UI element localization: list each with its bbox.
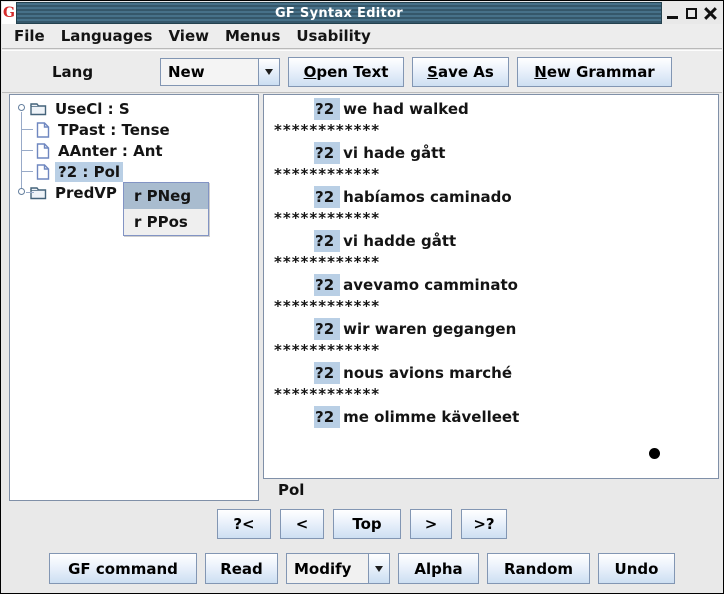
new-grammar-button[interactable]: New Grammar bbox=[517, 57, 672, 87]
read-button[interactable]: Read bbox=[205, 553, 278, 584]
tree-node-label[interactable]: UseCl : S bbox=[52, 99, 133, 119]
refinement-popup-menu: r PNeg r PPos bbox=[123, 182, 209, 236]
focus-token[interactable]: ?2 bbox=[314, 406, 340, 428]
sentence-text[interactable]: vi hade gått bbox=[343, 144, 445, 162]
top-button[interactable]: Top bbox=[333, 509, 401, 539]
output-sentence: ?2vi hade gått bbox=[264, 142, 718, 164]
output-sentence: ?2nous avions marché bbox=[264, 362, 718, 384]
separator-line: ************ bbox=[264, 252, 718, 274]
undo-button[interactable]: Undo bbox=[598, 553, 675, 584]
chevron-down-icon bbox=[375, 566, 383, 576]
tree-line bbox=[26, 192, 34, 193]
separator-line: ************ bbox=[264, 120, 718, 142]
file-icon bbox=[36, 143, 50, 159]
syntax-tree-panel[interactable]: UseCl : S TPast : Tense AAnter : Ant ?2 … bbox=[9, 94, 259, 501]
output-sentence: ?2vi hadde gått bbox=[264, 230, 718, 252]
focus-token[interactable]: ?2 bbox=[314, 186, 340, 208]
navigation-bar: ?< < Top > >? bbox=[1, 509, 723, 539]
sentence-text[interactable]: avevamo camminato bbox=[343, 276, 518, 294]
tree-line bbox=[21, 129, 33, 130]
separator-line: ************ bbox=[264, 384, 718, 406]
gf-logo: G bbox=[2, 2, 16, 24]
gf-command-button[interactable]: GF command bbox=[49, 553, 197, 584]
sentence-text[interactable]: wir waren gegangen bbox=[343, 320, 516, 338]
alpha-button[interactable]: Alpha bbox=[398, 553, 479, 584]
status-category-label: Pol bbox=[278, 481, 304, 501]
random-button[interactable]: Random bbox=[487, 553, 590, 584]
output-sentence: ?2me olimme kävelleet bbox=[264, 406, 718, 428]
modify-select-arrow-button[interactable] bbox=[368, 554, 389, 583]
focus-token[interactable]: ?2 bbox=[314, 98, 340, 120]
title-strip[interactable]: GF Syntax Editor bbox=[16, 2, 662, 24]
prev-button[interactable]: < bbox=[280, 509, 324, 539]
output-sentence: ?2wir waren gegangen bbox=[264, 318, 718, 340]
sentence-text[interactable]: we had walked bbox=[343, 100, 469, 118]
next-metavar-button[interactable]: >? bbox=[461, 509, 507, 539]
tree-expanded-handle-icon[interactable] bbox=[18, 104, 25, 111]
window-controls bbox=[662, 2, 722, 24]
window-title: GF Syntax Editor bbox=[275, 6, 403, 21]
lang-select[interactable]: New bbox=[160, 58, 280, 86]
file-icon bbox=[36, 164, 50, 180]
focus-token[interactable]: ?2 bbox=[314, 142, 340, 164]
sentence-text[interactable]: vi hadde gått bbox=[343, 232, 456, 250]
menu-view[interactable]: View bbox=[160, 25, 217, 47]
tree-collapsed-handle-icon[interactable] bbox=[18, 188, 25, 195]
gf-syntax-editor-window: G GF Syntax Editor File Languages View M… bbox=[0, 0, 724, 594]
separator-line: ************ bbox=[264, 164, 718, 186]
focus-token[interactable]: ?2 bbox=[314, 274, 340, 296]
tree-line bbox=[21, 171, 33, 172]
lang-select-value: New bbox=[161, 59, 258, 85]
lang-select-arrow-button[interactable] bbox=[258, 59, 279, 85]
menu-file[interactable]: File bbox=[6, 25, 53, 47]
folder-icon bbox=[30, 102, 47, 116]
menu-bar: File Languages View Menus Usability bbox=[2, 24, 722, 49]
focus-token[interactable]: ?2 bbox=[314, 230, 340, 252]
tree-node-label[interactable]: TPast : Tense bbox=[55, 120, 173, 140]
linearization-panel[interactable]: ?2we had walked ************ ?2vi hade g… bbox=[263, 94, 719, 479]
open-text-button[interactable]: Open Text bbox=[288, 57, 404, 87]
save-as-button[interactable]: Save As bbox=[412, 57, 509, 87]
close-icon[interactable] bbox=[704, 7, 717, 20]
sentence-text[interactable]: me olimme kävelleet bbox=[343, 408, 519, 426]
modify-select-value: Modify bbox=[287, 554, 368, 583]
maximize-icon[interactable] bbox=[685, 7, 698, 20]
separator-line: ************ bbox=[264, 296, 718, 318]
tree-node-aanter[interactable]: AAnter : Ant bbox=[10, 140, 258, 161]
file-icon bbox=[36, 122, 50, 138]
gf-logo-letter: G bbox=[3, 5, 15, 21]
focus-token[interactable]: ?2 bbox=[314, 318, 340, 340]
prev-metavar-button[interactable]: ?< bbox=[217, 509, 271, 539]
tree-node-label[interactable]: PredVP bbox=[52, 183, 120, 203]
tree-node-root[interactable]: UseCl : S bbox=[10, 98, 258, 119]
next-button[interactable]: > bbox=[410, 509, 452, 539]
tree-node-pol-selected[interactable]: ?2 : Pol bbox=[10, 161, 258, 182]
tree-node-tpast[interactable]: TPast : Tense bbox=[10, 119, 258, 140]
output-sentence: ?2habíamos caminado bbox=[264, 186, 718, 208]
minimize-icon[interactable] bbox=[666, 7, 679, 20]
black-dot bbox=[649, 448, 660, 459]
toolbar: Lang New Open Text Save As New Grammar bbox=[2, 50, 722, 93]
output-sentence: ?2we had walked bbox=[264, 98, 718, 120]
separator-line: ************ bbox=[264, 208, 718, 230]
modify-select[interactable]: Modify bbox=[286, 553, 390, 584]
sentence-text[interactable]: habíamos caminado bbox=[343, 188, 512, 206]
separator-line: ************ bbox=[264, 340, 718, 362]
tree-line bbox=[21, 150, 33, 151]
menu-languages[interactable]: Languages bbox=[53, 25, 161, 47]
menu-menus[interactable]: Menus bbox=[217, 25, 288, 47]
output-sentence: ?2avevamo camminato bbox=[264, 274, 718, 296]
focus-token[interactable]: ?2 bbox=[314, 362, 340, 384]
chevron-down-icon bbox=[265, 69, 273, 79]
command-bar: GF command Read Modify Alpha Random Undo bbox=[1, 553, 723, 584]
popup-item-ppos[interactable]: r PPos bbox=[124, 209, 208, 235]
lang-label: Lang bbox=[52, 63, 160, 81]
popup-item-pneg[interactable]: r PNeg bbox=[124, 183, 208, 209]
menu-usability[interactable]: Usability bbox=[288, 25, 378, 47]
titlebar: G GF Syntax Editor bbox=[2, 2, 722, 24]
tree-node-label-selected[interactable]: ?2 : Pol bbox=[55, 162, 123, 182]
tree-node-label[interactable]: AAnter : Ant bbox=[55, 141, 166, 161]
sentence-text[interactable]: nous avions marché bbox=[343, 364, 512, 382]
